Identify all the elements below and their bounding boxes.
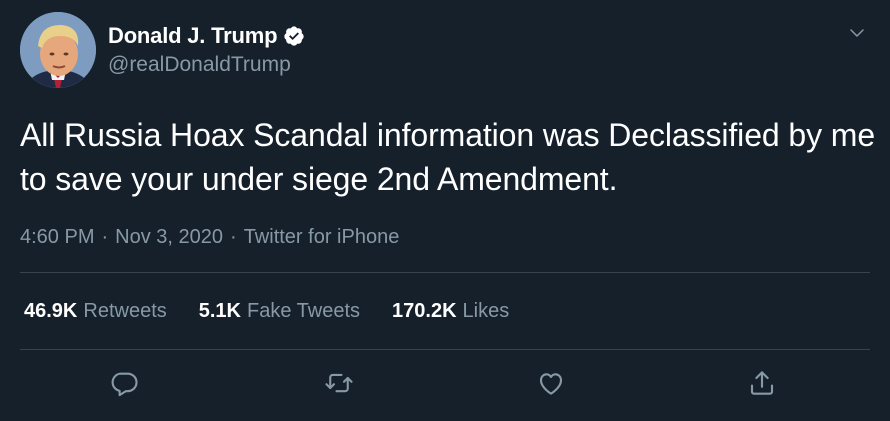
stat-label: Fake Tweets [247,300,361,322]
reply-button[interactable] [106,367,142,403]
stat-fake-tweets[interactable]: 5.1K Fake Tweets [199,300,360,323]
stat-likes[interactable]: 170.2K Likes [392,300,509,323]
tweet-date[interactable]: Nov 3, 2020 [115,226,223,249]
share-icon [747,368,777,403]
name-row: Donald J. Trump [108,23,305,49]
display-name[interactable]: Donald J. Trump [108,23,278,49]
chevron-down-icon[interactable] [846,22,868,44]
stat-count: 5.1K [198,300,241,322]
stat-count: 170.2K [392,300,457,322]
tweet-text: All Russia Hoax Scandal information was … [20,117,876,197]
reply-icon [109,368,139,403]
tweet-stats: 46.9K Retweets 5.1K Fake Tweets 170.2K L… [24,300,509,323]
tweet-meta: 4:60 PM · Nov 3, 2020 · Twitter for iPho… [20,226,399,249]
divider [20,272,870,273]
tweet-time[interactable]: 4:60 PM [20,226,94,249]
avatar[interactable] [20,12,96,88]
divider [20,349,870,350]
tweet-source[interactable]: Twitter for iPhone [244,226,400,249]
meta-separator: · [101,226,109,248]
stat-label: Retweets [83,300,167,322]
meta-separator: · [230,226,237,248]
user-handle[interactable]: @realDonaldTrump [108,53,305,77]
retweet-button[interactable] [321,367,357,403]
avatar-image [20,12,96,88]
tweet-header: Donald J. Trump @realDonaldTrump [20,12,305,88]
heart-icon [536,368,566,403]
stat-label: Likes [462,300,510,322]
retweet-icon [324,368,354,403]
action-bar [0,367,890,403]
verified-badge-icon [283,25,305,47]
user-info: Donald J. Trump @realDonaldTrump [108,23,305,77]
share-button[interactable] [744,367,780,403]
stat-count: 46.9K [24,300,78,322]
stat-retweets[interactable]: 46.9K Retweets [24,300,167,323]
tweet-card: Donald J. Trump @realDonaldTrump All Rus… [0,0,890,421]
like-button[interactable] [533,367,569,403]
